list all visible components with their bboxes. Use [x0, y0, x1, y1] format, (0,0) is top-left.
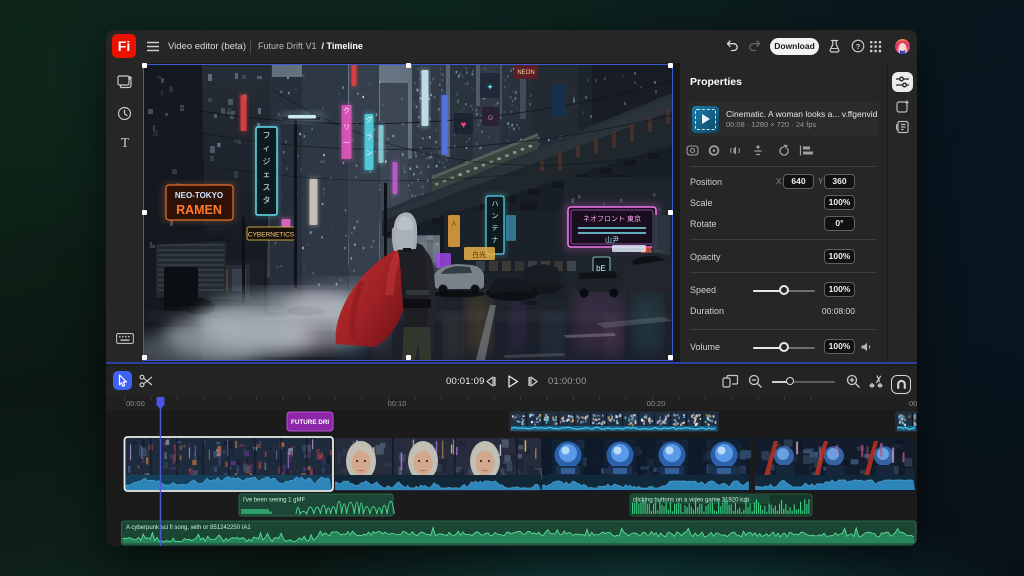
- svg-text:CYBERNETICS: CYBERNETICS: [248, 232, 295, 239]
- svg-text:ラ: ラ: [366, 133, 373, 141]
- svg-text:00:10: 00:10: [388, 399, 407, 408]
- svg-text:グ: グ: [366, 115, 373, 124]
- svg-text:フ: フ: [263, 131, 271, 140]
- svg-text:ネオフロント 東京: ネオフロント 東京: [583, 214, 641, 223]
- svg-text:00:00: 00:00: [126, 399, 145, 408]
- svg-text:✦: ✦: [486, 82, 494, 92]
- svg-text:00:: 00:: [909, 399, 917, 408]
- svg-text:リ: リ: [343, 124, 350, 131]
- svg-text:ン: ン: [366, 150, 373, 157]
- svg-text:ェ: ェ: [263, 170, 271, 179]
- svg-text:?: ?: [856, 42, 861, 51]
- svg-text:ナ: ナ: [492, 236, 499, 244]
- svg-text:白光: 白光: [472, 250, 486, 259]
- svg-text:☺: ☺: [486, 113, 494, 122]
- svg-text:タ: タ: [263, 196, 271, 205]
- svg-text:NEO-TOKYO: NEO-TOKYO: [175, 191, 223, 200]
- svg-text:ジ: ジ: [263, 157, 271, 166]
- svg-text:山尹: 山尹: [605, 235, 619, 244]
- svg-text:clicking buttons on a video ga: clicking buttons on a video game 31920 k…: [633, 498, 750, 504]
- svg-text:テ: テ: [492, 224, 499, 232]
- svg-text:00:20: 00:20: [647, 399, 666, 408]
- svg-text:NEON: NEON: [517, 70, 534, 76]
- svg-text:RAMEN: RAMEN: [176, 203, 222, 217]
- svg-text:一: 一: [343, 140, 350, 147]
- svg-text:FUTURE DRI: FUTURE DRI: [291, 419, 329, 426]
- svg-text:ク: ク: [343, 107, 350, 115]
- svg-text:A cyberpunk sci fi song, with: A cyberpunk sci fi song, with or 8512422…: [126, 525, 251, 531]
- svg-text:I've been seeing 1 gMF: I've been seeing 1 gMF: [243, 498, 306, 504]
- svg-text:ン: ン: [492, 213, 499, 220]
- svg-text:ハ: ハ: [492, 201, 499, 208]
- svg-text:人: 人: [451, 221, 457, 228]
- svg-text:ス: ス: [263, 183, 271, 192]
- svg-text:♥: ♥: [461, 120, 467, 131]
- svg-text:ィ: ィ: [263, 144, 271, 153]
